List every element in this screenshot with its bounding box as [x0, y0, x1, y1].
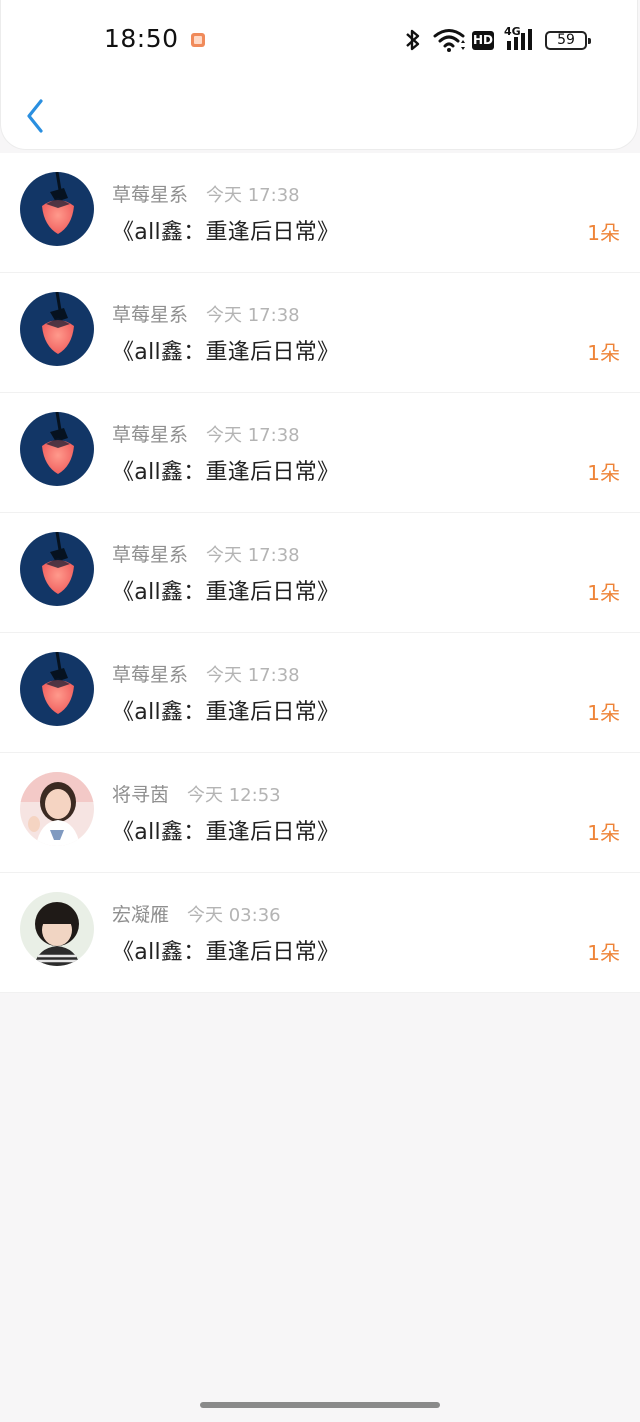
list-item[interactable]: 草莓星系 今天 17:38 《all鑫：重逢后日常》 1朵: [0, 633, 640, 753]
battery-level: 59: [557, 32, 575, 48]
sender-name: 宏凝雁: [112, 904, 170, 926]
strawberry-avatar[interactable]: [20, 292, 94, 366]
message-time: 今天 03:36: [187, 905, 281, 926]
book-title: 《all鑫：重逢后日常》: [112, 460, 340, 485]
sender-name: 草莓星系: [112, 304, 189, 326]
message-time: 今天 17:38: [206, 425, 300, 446]
sender-name: 草莓星系: [112, 544, 189, 566]
book-title: 《all鑫：重逢后日常》: [112, 820, 340, 845]
signal-icon: 4G: [504, 25, 538, 53]
girl-avatar[interactable]: [20, 772, 94, 846]
list-item[interactable]: 宏凝雁 今天 03:36 《all鑫：重逢后日常》 1朵: [0, 873, 640, 993]
book-title: 《all鑫：重逢后日常》: [112, 220, 340, 245]
book-title: 《all鑫：重逢后日常》: [112, 940, 340, 965]
message-time: 今天 17:38: [206, 185, 300, 206]
flower-count: 1朵: [587, 221, 620, 245]
list-item[interactable]: 草莓星系 今天 17:38 《all鑫：重逢后日常》 1朵: [0, 273, 640, 393]
strawberry-avatar[interactable]: [20, 532, 94, 606]
strawberry-avatar[interactable]: [20, 412, 94, 486]
strawberry-avatar[interactable]: [20, 172, 94, 246]
battery-icon: 59: [545, 31, 591, 50]
status-time: 18:50: [104, 24, 179, 53]
flower-count: 1朵: [587, 941, 620, 965]
sender-name: 将寻茵: [112, 784, 170, 806]
back-button[interactable]: [19, 96, 53, 136]
hd-icon: HD: [472, 31, 494, 50]
notification-icon: [191, 33, 205, 47]
child-avatar[interactable]: [20, 892, 94, 966]
message-time: 今天 17:38: [206, 665, 300, 686]
flower-count: 1朵: [587, 821, 620, 845]
list-item[interactable]: 草莓星系 今天 17:38 《all鑫：重逢后日常》 1朵: [0, 153, 640, 273]
wifi-icon: [433, 29, 465, 52]
sender-name: 草莓星系: [112, 184, 189, 206]
flower-count: 1朵: [587, 581, 620, 605]
book-title: 《all鑫：重逢后日常》: [112, 700, 340, 725]
message-list: 草莓星系 今天 17:38 《all鑫：重逢后日常》 1朵 草莓星系 今天 17:38 《a…: [0, 153, 640, 993]
flower-count: 1朵: [587, 701, 620, 725]
message-time: 今天 17:38: [206, 545, 300, 566]
list-item[interactable]: 草莓星系 今天 17:38 《all鑫：重逢后日常》 1朵: [0, 513, 640, 633]
list-item[interactable]: 草莓星系 今天 17:38 《all鑫：重逢后日常》 1朵: [0, 393, 640, 513]
flower-count: 1朵: [587, 461, 620, 485]
book-title: 《all鑫：重逢后日常》: [112, 340, 340, 365]
message-time: 今天 17:38: [206, 305, 300, 326]
bluetooth-icon: [406, 29, 420, 51]
list-item[interactable]: 将寻茵 今天 12:53 《all鑫：重逢后日常》 1朵: [0, 753, 640, 873]
message-time: 今天 12:53: [187, 785, 281, 806]
home-indicator[interactable]: [200, 1402, 440, 1408]
book-title: 《all鑫：重逢后日常》: [112, 580, 340, 605]
status-bar: 18:50 HD 4G 59: [1, 0, 640, 80]
flower-count: 1朵: [587, 341, 620, 365]
header-bar: 18:50 HD 4G 59: [0, 0, 638, 150]
sender-name: 草莓星系: [112, 664, 189, 686]
strawberry-avatar[interactable]: [20, 652, 94, 726]
sender-name: 草莓星系: [112, 424, 189, 446]
